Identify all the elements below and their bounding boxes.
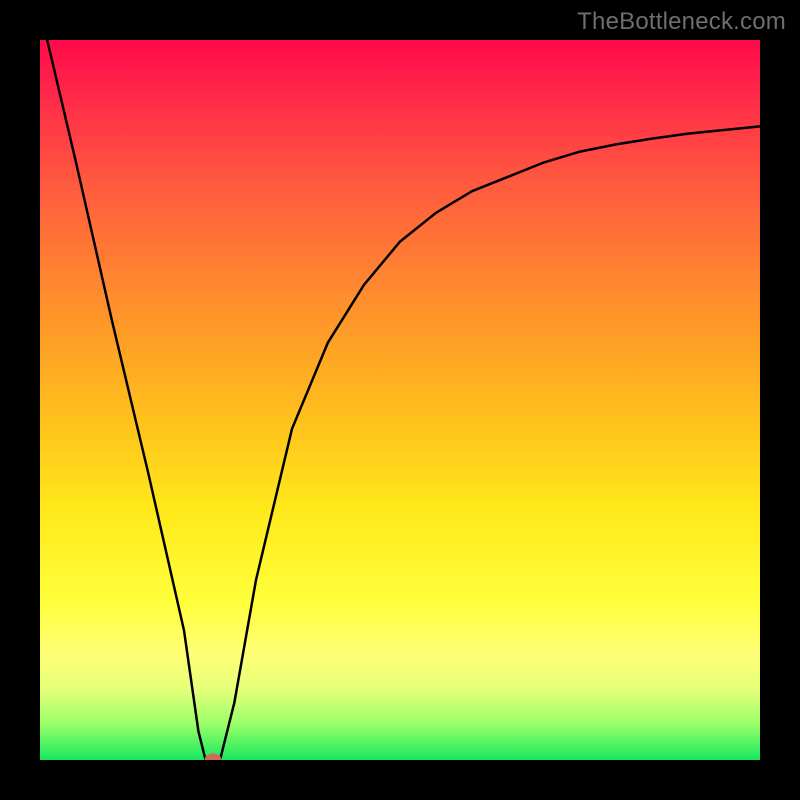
chart-frame: TheBottleneck.com: [0, 0, 800, 800]
watermark-text: TheBottleneck.com: [577, 8, 786, 36]
plot-area: [40, 40, 760, 760]
bottleneck-curve: [40, 40, 760, 760]
optimal-point-marker: [204, 754, 221, 761]
